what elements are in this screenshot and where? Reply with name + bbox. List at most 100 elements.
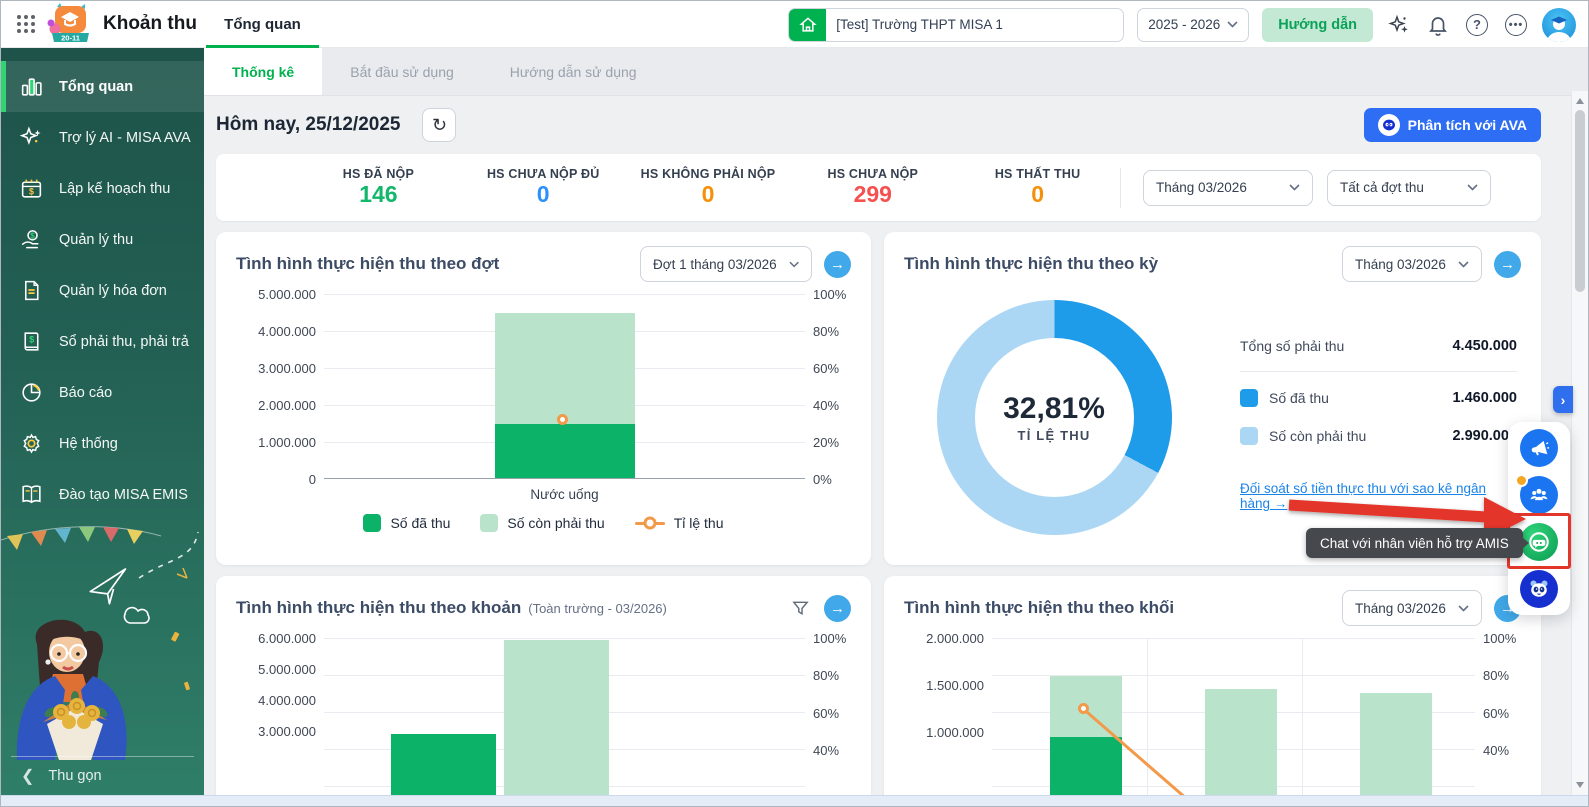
sidebar-item-tong-quan[interactable]: Tổng quan <box>1 61 204 112</box>
app-grid-icon[interactable] <box>9 7 43 41</box>
svg-text:$: $ <box>29 187 34 197</box>
chart-card-by-batch: Tình hình thực hiện thu theo đợt Đợt 1 t… <box>216 232 871 565</box>
tabstrip: Thống kêBắt đầu sử dụngHướng dẫn sử dụng <box>204 48 1588 96</box>
collection-rate-value: 32,81% <box>1003 392 1105 426</box>
rate-marker <box>557 414 568 425</box>
row-swatch <box>1240 427 1258 445</box>
scroll-up-icon[interactable] <box>1572 93 1588 109</box>
user-avatar[interactable] <box>1542 8 1576 42</box>
card-title: Tình hình thực hiện thu theo đợt <box>236 254 499 274</box>
bank-reconcile-link[interactable]: Đối soát số tiền thực thu với sao kê ngâ… <box>1240 481 1517 511</box>
refresh-icon[interactable]: ↻ <box>422 108 456 142</box>
stat-label: HS KHÔNG PHẢI NỘP <box>626 167 791 181</box>
help-icon[interactable]: ? <box>1464 12 1490 38</box>
divider <box>1240 371 1517 372</box>
donut-chart: 32,81% TỈ LỆ THU <box>937 300 1172 535</box>
go-detail-icon[interactable]: → <box>824 251 851 278</box>
megaphone-icon[interactable] <box>1520 429 1558 467</box>
stats-batch-select[interactable]: Tất cả đợt thu <box>1327 170 1491 206</box>
school-search-box <box>788 8 1124 42</box>
sidebar-item-label: Hệ thống <box>59 436 118 452</box>
summary-row-tong-so-phai-thu: Tổng số phải thu 4.450.000 <box>1240 328 1517 364</box>
page-scrollbar[interactable] <box>1571 91 1588 795</box>
axis-tick: 2.000.000 <box>258 398 316 413</box>
axis-tick: 100% <box>813 287 846 302</box>
ava-panda-icon[interactable] <box>1520 570 1558 608</box>
scroll-down-icon[interactable] <box>1572 777 1588 793</box>
tab-huong-dan-su-dung[interactable]: Hướng dẫn sử dụng <box>482 48 665 95</box>
tab-bat-dau-su-dung[interactable]: Bắt đầu sử dụng <box>322 48 482 95</box>
more-options-icon[interactable]: ••• <box>1503 12 1529 38</box>
school-year-select[interactable]: 2025 - 2026 <box>1137 8 1249 42</box>
axis-tick: 1.000.000 <box>258 435 316 450</box>
filter-funnel-icon[interactable] <box>788 596 812 620</box>
sidebar-collapse-button[interactable]: ❮ Thu gọn <box>11 756 194 794</box>
sidebar-item-label: Quản lý hóa đơn <box>59 283 167 299</box>
axis-tick: 20% <box>813 435 839 450</box>
book-icon <box>18 482 44 508</box>
axis-tick: 100% <box>1483 631 1516 646</box>
batch-select[interactable]: Đợt 1 tháng 03/2026 <box>640 246 812 282</box>
axis-tick: 60% <box>813 361 839 376</box>
sidebar-item-he-thong[interactable]: Hệ thống <box>1 418 204 469</box>
side-panel-expand-tab[interactable]: › <box>1553 386 1573 413</box>
go-detail-icon[interactable]: → <box>1494 251 1521 278</box>
home-icon[interactable] <box>789 8 826 42</box>
summary-row-so-con-phai-thu: Số còn phải thu2.990.000 <box>1240 417 1517 455</box>
sidebar-item-lap-ke-hoach-thu[interactable]: $ Lập kế hoạch thu <box>1 163 204 214</box>
stats-month-select[interactable]: Tháng 03/2026 <box>1143 170 1313 206</box>
stat-value: 146 <box>296 182 461 207</box>
sidebar-item-dao-tao-misa-emis[interactable]: Đào tạo MISA EMIS <box>1 469 204 520</box>
bar-chart-icon <box>18 74 44 100</box>
sidebar-item-label: Lập kế hoạch thu <box>59 181 170 197</box>
hand-coin-icon: $ <box>18 227 44 253</box>
sidebar-item-quan-ly-thu[interactable]: $ Quản lý thu <box>1 214 204 265</box>
period-month-select[interactable]: Tháng 03/2026 <box>1342 246 1482 282</box>
sidebar-item-label: Báo cáo <box>59 385 112 401</box>
topnav-overview[interactable]: Tổng quan <box>204 1 321 48</box>
svg-text:$: $ <box>29 335 34 345</box>
sidebar-item-label: Trợ lý AI - MISA AVA <box>59 130 191 146</box>
grade-month-select[interactable]: Tháng 03/2026 <box>1342 590 1482 626</box>
axis-tick: 100% <box>813 631 846 646</box>
go-detail-icon[interactable]: → <box>824 595 851 622</box>
sidebar-item-so-phai-thu-phai-tra[interactable]: $Sổ phải thu, phải trả <box>1 316 204 367</box>
card-subtitle: (Toàn trường - 03/2026) <box>528 601 667 616</box>
guide-button[interactable]: Hướng dẫn <box>1262 8 1373 42</box>
legend-label: Số còn phải thu <box>507 515 604 531</box>
chart-card-by-fee: Tình hình thực hiện thu theo khoản(Toàn … <box>216 576 871 807</box>
bar-chart-by-grade <box>992 638 1475 807</box>
notification-dot <box>1515 474 1528 487</box>
notifications-bell-icon[interactable] <box>1425 12 1451 38</box>
topbar: 20-11 Khoản thu Tổng quan 2025 - 2026 Hư… <box>1 1 1588 48</box>
stat-label: HS CHƯA NỘP <box>790 167 955 181</box>
sidebar-item-quan-ly-hoa-don[interactable]: Quản lý hóa đơn <box>1 265 204 316</box>
ai-sparkle-icon[interactable] <box>1386 12 1412 38</box>
support-group-icon[interactable] <box>1520 476 1558 514</box>
axis-tick: 1.500.000 <box>926 678 984 693</box>
stat-value: 0 <box>626 182 791 207</box>
row-label: Tổng số phải thu <box>1240 338 1344 354</box>
tab-thong-ke[interactable]: Thống kê <box>204 48 322 95</box>
sidebar-item-label: Quản lý thu <box>59 232 133 248</box>
axis-tick: 80% <box>1483 668 1509 683</box>
row-value: 4.450.000 <box>1452 338 1517 354</box>
sidebar-item-tro-ly-ai-misa-ava[interactable]: Trợ lý AI - MISA AVA <box>1 112 204 163</box>
legend-so-con-phai-thu: Số còn phải thu <box>480 514 604 532</box>
axis-tick: 0% <box>813 472 832 487</box>
sidebar-item-bao-cao[interactable]: Báo cáo <box>1 367 204 418</box>
scrollbar-thumb[interactable] <box>1575 110 1585 292</box>
stacked-bar-chart <box>324 294 805 479</box>
analyze-ava-button[interactable]: Phân tích với AVA <box>1364 108 1541 142</box>
row-value: 1.460.000 <box>1452 390 1517 406</box>
stat-label: HS CHƯA NỘP ĐỦ <box>461 167 626 181</box>
card-title: Tình hình thực hiện thu theo khoản(Toàn … <box>236 598 667 618</box>
axis-tick: 3.000.000 <box>258 361 316 376</box>
school-input[interactable] <box>826 17 1123 32</box>
stat-hs-that-thu: HS THẤT THU0 <box>955 167 1120 207</box>
content: Hôm nay, 25/12/2025 ↻ Phân tích với AVA … <box>204 96 1588 806</box>
invoice-icon <box>18 278 44 304</box>
row-label: Số đã thu <box>1269 390 1329 406</box>
axis-tick: 40% <box>813 743 839 758</box>
legend-swatch <box>363 514 381 532</box>
